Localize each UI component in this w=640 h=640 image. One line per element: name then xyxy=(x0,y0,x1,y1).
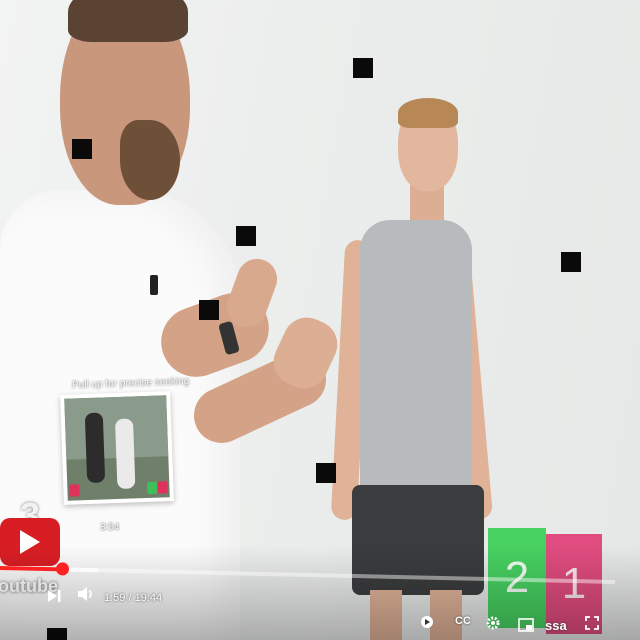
fullscreen-button[interactable] xyxy=(585,616,599,634)
time-display: 1:59 / 19:44 xyxy=(104,592,162,604)
wall-decoration: ​ xyxy=(468,120,472,135)
thumbnail-tag xyxy=(157,481,168,494)
volume-icon xyxy=(78,587,92,601)
noise-artifact xyxy=(72,139,92,159)
seek-preview-thumbnail xyxy=(60,391,174,505)
settings-button[interactable] xyxy=(485,615,501,635)
gear-icon xyxy=(486,616,500,630)
thumbnail-image xyxy=(64,395,170,501)
wall-decoration: ​ xyxy=(0,100,1,115)
miniplayer-button[interactable] xyxy=(518,618,534,636)
noise-artifact xyxy=(353,58,373,78)
thumbnail-person xyxy=(84,412,106,484)
person-left-hair xyxy=(68,0,188,42)
thumbnail-person xyxy=(114,418,136,490)
thumbnail-tag xyxy=(147,481,158,494)
noise-artifact xyxy=(236,226,256,246)
noise-artifact xyxy=(316,463,336,483)
fullscreen-icon xyxy=(585,616,599,630)
autoplay-toggle-icon xyxy=(421,616,433,628)
wall-decoration: ​ xyxy=(469,160,471,175)
wall-decoration: ​ xyxy=(10,42,11,57)
overlay-label: ssa xyxy=(545,618,567,633)
time-separator: / xyxy=(125,592,135,604)
cc-button[interactable]: CC xyxy=(455,615,471,627)
scrubber-handle[interactable] xyxy=(55,562,69,576)
noise-artifact xyxy=(199,300,219,320)
current-time: 1:59 xyxy=(104,592,126,604)
miniplayer-icon xyxy=(518,618,534,632)
video-frame[interactable]: ​ ​ ​ ​ ​ ​ ​ ​ ​ xyxy=(0,0,640,640)
next-icon xyxy=(48,590,61,602)
next-button[interactable] xyxy=(46,585,68,607)
person-right-neck xyxy=(410,185,444,225)
noise-artifact xyxy=(561,252,581,272)
thumbnail-tag xyxy=(69,484,80,497)
volume-button[interactable] xyxy=(76,584,100,608)
seek-preview-time: 3:54 xyxy=(100,522,120,533)
person-right-hair xyxy=(398,98,458,128)
person-left-beard xyxy=(120,120,180,200)
person-right-tank-top xyxy=(360,220,472,515)
duration: 19:44 xyxy=(134,592,163,604)
video-player[interactable]: ​ ​ ​ ​ ​ ​ ​ ​ ​ xyxy=(0,0,640,640)
lapel-mic xyxy=(150,275,158,295)
wall-decoration: ​ xyxy=(0,150,1,165)
autoplay-toggle[interactable] xyxy=(420,615,434,633)
